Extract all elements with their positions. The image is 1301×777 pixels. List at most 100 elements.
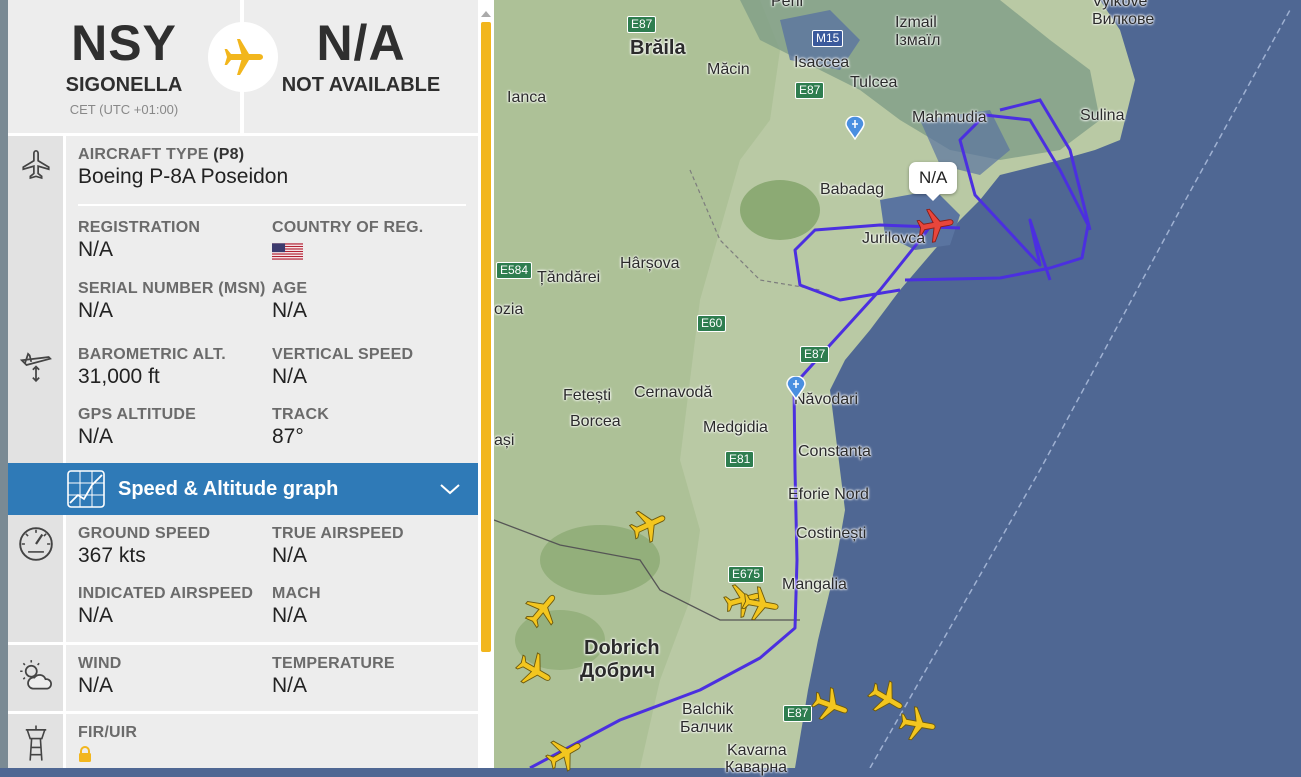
registration-value: N/A bbox=[78, 238, 114, 261]
map-label-tulcea: Tulcea bbox=[850, 74, 898, 91]
selected-aircraft-icon[interactable] bbox=[913, 203, 957, 247]
map-label-dobrich-cyr: Добрич bbox=[580, 660, 656, 682]
road-shield-e87: E87 bbox=[627, 16, 657, 33]
true-airspeed-label: TRUE AIRSPEED bbox=[272, 525, 404, 542]
map-label-izmail: Izmail bbox=[895, 14, 937, 31]
altitude-section: BAROMETRIC ALT. 31,000 ft VERTICAL SPEED… bbox=[8, 322, 478, 463]
traffic-aircraft-icon[interactable] bbox=[542, 732, 586, 776]
scroll-up-arrow-icon[interactable] bbox=[481, 11, 491, 17]
registration-field: REGISTRATION N/A bbox=[78, 219, 200, 262]
map-label-vylkove: Vylkove bbox=[1092, 0, 1148, 10]
destination-block[interactable]: N/A NOT AVAILABLE bbox=[244, 0, 478, 133]
registration-label: REGISTRATION bbox=[78, 219, 201, 236]
map-label-balchik-cyr: Балчик bbox=[680, 719, 733, 736]
destination-code: N/A bbox=[316, 15, 406, 71]
weather-section: WIND N/A TEMPERATURE N/A bbox=[8, 645, 478, 711]
selected-aircraft-callout[interactable]: N/A bbox=[909, 162, 958, 201]
fir-field: FIR/UIR bbox=[78, 724, 137, 768]
traffic-aircraft-icon[interactable] bbox=[512, 648, 556, 692]
country-label: COUNTRY OF REG. bbox=[272, 219, 424, 236]
age-label: AGE bbox=[272, 280, 308, 297]
map-label-slobozia: ozia bbox=[494, 301, 524, 318]
ground-speed-value: 367 kts bbox=[78, 544, 146, 567]
temperature-value: N/A bbox=[272, 674, 308, 697]
wind-value: N/A bbox=[78, 674, 114, 697]
map-label-medgidia: Medgidia bbox=[703, 419, 768, 436]
divider bbox=[78, 204, 466, 206]
airport-marker-icon[interactable] bbox=[786, 376, 806, 400]
road-shield-e87: E87 bbox=[800, 346, 830, 363]
lock-icon[interactable] bbox=[78, 746, 92, 763]
map-label-kavarna-cyr: Каварна bbox=[725, 759, 788, 776]
vertical-speed-label: VERTICAL SPEED bbox=[272, 346, 414, 363]
route-plane-badge bbox=[208, 22, 278, 92]
age-field: AGE N/A bbox=[272, 280, 307, 323]
map-label-costinesti: Costinești bbox=[796, 525, 867, 542]
map-label-mangalia: Mangalia bbox=[782, 576, 847, 593]
country-field: COUNTRY OF REG. bbox=[272, 219, 423, 265]
speed-altitude-graph-toggle[interactable]: Speed & Altitude graph bbox=[8, 463, 478, 515]
barometric-altitude-value: 31,000 ft bbox=[78, 365, 160, 388]
traffic-aircraft-icon[interactable] bbox=[808, 683, 852, 727]
track-value: 87° bbox=[272, 425, 304, 448]
vertical-speed-value: N/A bbox=[272, 365, 308, 388]
map-label-kavarna: Kavarna bbox=[727, 742, 787, 759]
aircraft-section: AIRCRAFT TYPE (P8) Boeing P-8A Poseidon … bbox=[8, 136, 478, 322]
chevron-down-icon[interactable] bbox=[438, 477, 462, 501]
temperature-field: TEMPERATURE N/A bbox=[272, 655, 395, 698]
scrollbar-thumb[interactable] bbox=[481, 22, 491, 652]
map-label-borcea: Borcea bbox=[570, 413, 621, 430]
map-label-iasi: ași bbox=[494, 432, 515, 449]
map-label-mahmudia: Mahmudia bbox=[912, 109, 987, 126]
road-shield-e60: E60 bbox=[697, 315, 727, 332]
aircraft-type-field: AIRCRAFT TYPE (P8) Boeing P-8A Poseidon bbox=[78, 146, 288, 189]
us-flag-icon bbox=[272, 243, 303, 260]
track-field: TRACK 87° bbox=[272, 406, 329, 449]
control-tower-icon bbox=[25, 725, 46, 761]
map-label-cernavoda: Cernavodă bbox=[634, 384, 713, 401]
age-value: N/A bbox=[272, 299, 308, 322]
wind-field: WIND N/A bbox=[78, 655, 121, 698]
airport-marker-icon[interactable] bbox=[845, 116, 865, 140]
ground-speed-field: GROUND SPEED 367 kts bbox=[78, 525, 210, 568]
panel-edge bbox=[0, 0, 8, 768]
flight-details-panel: NSY SIGONELLA CET (UTC +01:00) N/A NOT A… bbox=[0, 0, 494, 768]
barometric-altitude-field: BAROMETRIC ALT. 31,000 ft bbox=[78, 346, 226, 389]
airplane-icon bbox=[224, 39, 263, 75]
msn-field: SERIAL NUMBER (MSN) N/A bbox=[78, 280, 266, 323]
speed-section: GROUND SPEED 367 kts TRUE AIRSPEED N/A I… bbox=[8, 515, 478, 642]
traffic-aircraft-icon[interactable] bbox=[895, 702, 939, 746]
indicated-airspeed-value: N/A bbox=[78, 604, 114, 627]
speedometer-icon bbox=[18, 527, 53, 561]
fir-section: FIR/UIR bbox=[8, 714, 478, 768]
map-label-constanta: Constanța bbox=[798, 443, 871, 460]
map-label-vylkove-cyr: Вилкове bbox=[1092, 11, 1155, 28]
origin-block[interactable]: NSY SIGONELLA CET (UTC +01:00) bbox=[8, 0, 240, 133]
route-header: NSY SIGONELLA CET (UTC +01:00) N/A NOT A… bbox=[8, 0, 478, 133]
aircraft-outline-icon bbox=[21, 149, 50, 180]
map-label-babadag: Babadag bbox=[820, 181, 885, 198]
traffic-aircraft-icon[interactable] bbox=[520, 588, 564, 632]
map-label-harsova: Hârșova bbox=[620, 255, 680, 272]
msn-value: N/A bbox=[78, 299, 114, 322]
road-shield-e81: E81 bbox=[725, 451, 755, 468]
aircraft-type-label: AIRCRAFT TYPE bbox=[78, 146, 209, 163]
aircraft-type-value: Boeing P-8A Poseidon bbox=[78, 165, 289, 188]
altitude-icon bbox=[19, 352, 52, 383]
true-airspeed-value: N/A bbox=[272, 544, 308, 567]
map-label-balchik: Balchik bbox=[682, 701, 734, 718]
traffic-aircraft-icon[interactable] bbox=[738, 582, 782, 626]
road-shield-m15: M15 bbox=[812, 30, 844, 47]
gps-altitude-field: GPS ALTITUDE N/A bbox=[78, 406, 196, 449]
vertical-speed-field: VERTICAL SPEED N/A bbox=[272, 346, 413, 389]
destination-city: NOT AVAILABLE bbox=[281, 74, 441, 96]
graph-title: Speed & Altitude graph bbox=[118, 478, 339, 500]
map-label-eforie: Eforie Nord bbox=[788, 486, 869, 503]
fir-label: FIR/UIR bbox=[78, 724, 138, 741]
wind-label: WIND bbox=[78, 655, 122, 672]
barometric-altitude-label: BAROMETRIC ALT. bbox=[78, 346, 226, 363]
origin-timezone: CET (UTC +01:00) bbox=[69, 102, 179, 117]
road-shield-e584: E584 bbox=[496, 262, 533, 279]
map-label-isaccea: Isaccea bbox=[794, 54, 850, 71]
traffic-aircraft-icon[interactable] bbox=[626, 503, 670, 547]
